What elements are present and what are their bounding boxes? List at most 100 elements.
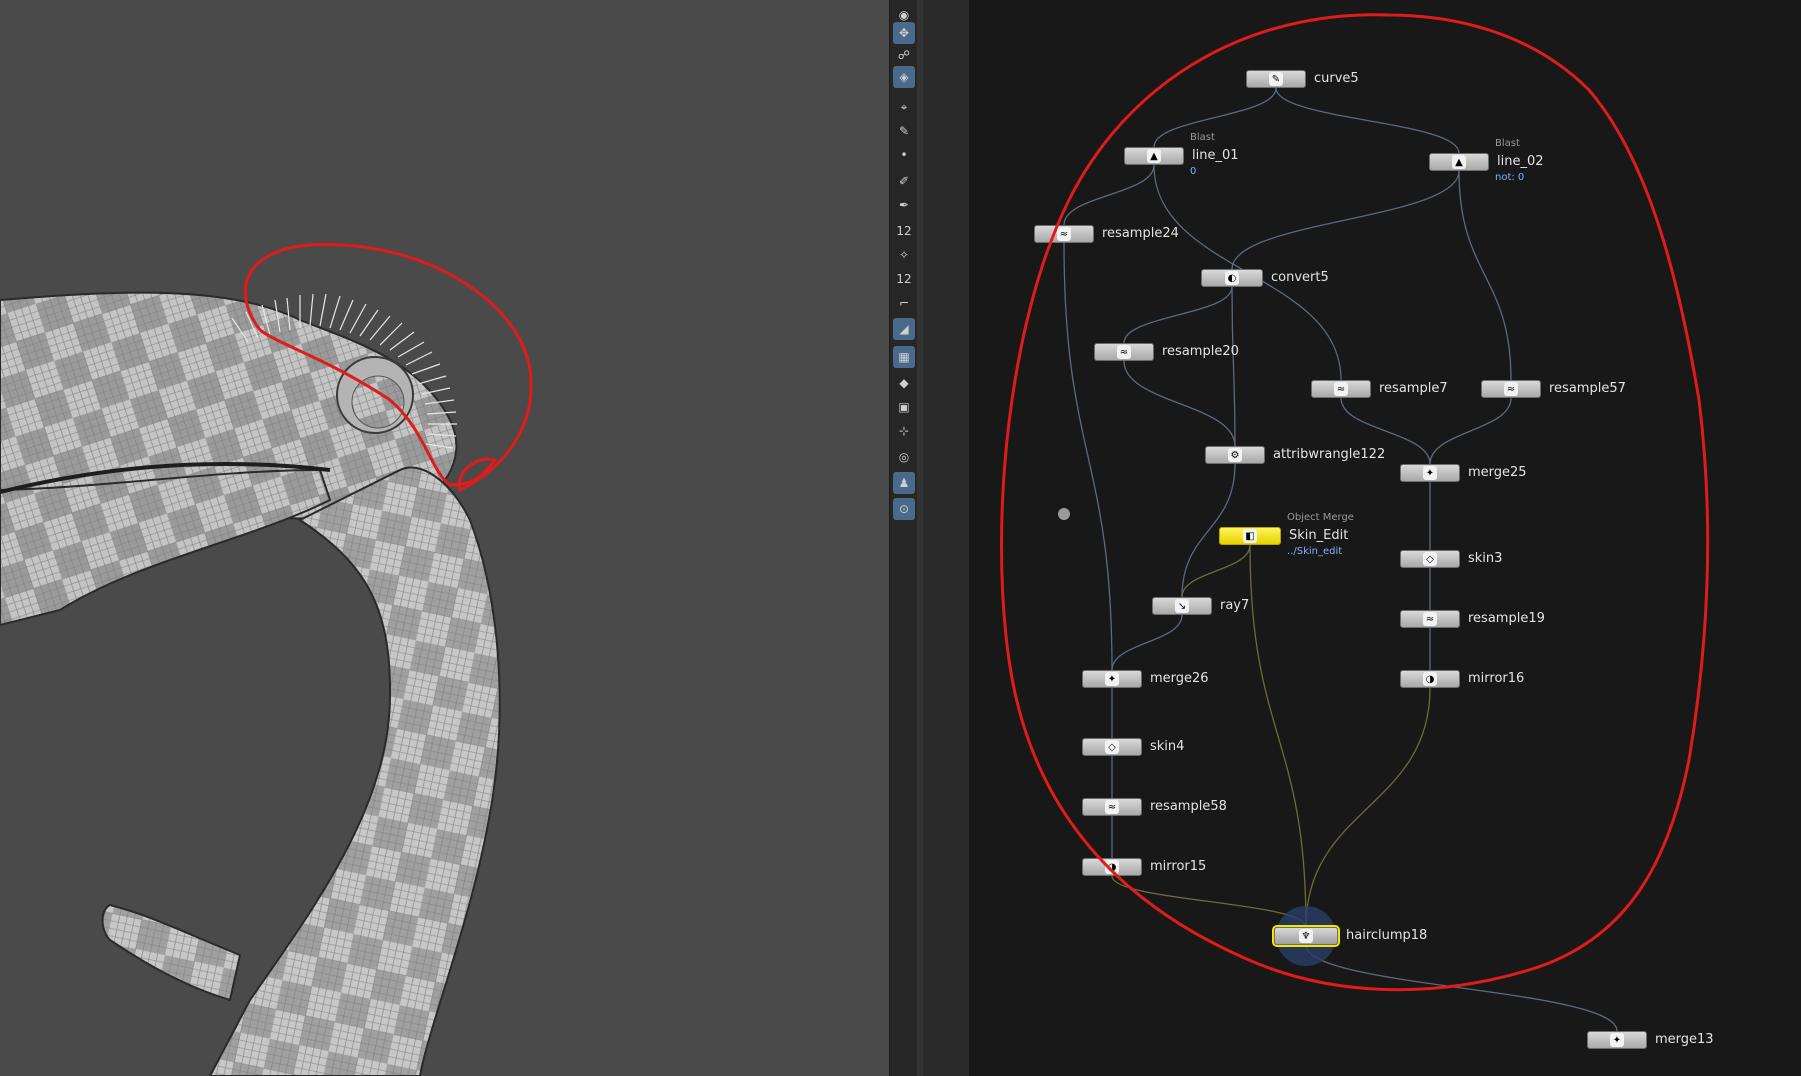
node-tile[interactable]: ▲ bbox=[1124, 147, 1184, 165]
node-skin3[interactable]: ◇ skin3 bbox=[1400, 550, 1502, 568]
node-merge13[interactable]: ✦ merge13 bbox=[1587, 1031, 1714, 1049]
groom-tool-icon[interactable]: ◢ bbox=[893, 318, 915, 340]
node-tile[interactable]: ≈ bbox=[1094, 343, 1154, 361]
node-label: skin3 bbox=[1468, 551, 1503, 566]
node-info: not: 0 bbox=[1495, 172, 1525, 183]
node-tile[interactable]: ◇ bbox=[1400, 550, 1460, 568]
node-tile[interactable]: ✎ bbox=[1246, 70, 1306, 88]
node-tile[interactable]: ▲ bbox=[1429, 153, 1489, 171]
point-tool-icon[interactable]: • bbox=[893, 144, 915, 166]
network-editor[interactable]: ✎ curve5 ▲ line_01 Blast 0 ▲ line_02 Blast not: 0… bbox=[969, 0, 1801, 1076]
node-type-icon: ≈ bbox=[1504, 382, 1518, 396]
node-tile[interactable]: ◑ bbox=[1400, 670, 1460, 688]
node-resample58[interactable]: ≈ resample58 bbox=[1082, 798, 1227, 816]
node-attribwrangle122[interactable]: ⚙ attribwrangle122 bbox=[1205, 446, 1385, 464]
record-tool-icon[interactable]: ◎ bbox=[893, 446, 915, 468]
grid-tool-icon[interactable]: ▦ bbox=[893, 346, 915, 368]
handle-tool-icon[interactable]: ✥ bbox=[893, 22, 915, 44]
node-tile[interactable]: ≈ bbox=[1481, 380, 1541, 398]
map-tool-glyph: ▣ bbox=[898, 400, 910, 414]
houdini-window: ◉ ✥ ☍ ◈ ⌖ ✎ • ✐ ✒ 12 ✧ 12 ⌐ ◢ ▦ ◆ ▣ ⊹ ◎ ♟ ⊙ ✎ curve5 ▲ line_01 B… bbox=[0, 0, 1801, 1076]
pin-tool-icon[interactable]: ⊙ bbox=[893, 498, 915, 520]
wire-convert5-attribwrangle122[interactable] bbox=[1231, 286, 1236, 447]
clump-tool-icon[interactable]: ✧ bbox=[893, 244, 915, 266]
node-mirror15[interactable]: ◑ mirror15 bbox=[1082, 858, 1206, 876]
node-tile[interactable]: ≈ bbox=[1034, 225, 1094, 243]
node-line_01[interactable]: ▲ line_01 Blast 0 bbox=[1124, 132, 1239, 177]
wire-Skin_Edit-hairclump18[interactable] bbox=[1249, 544, 1307, 928]
node-label: merge26 bbox=[1150, 671, 1209, 686]
figure-tool-glyph: ♟ bbox=[898, 476, 910, 490]
node-skin4[interactable]: ◇ skin4 bbox=[1082, 738, 1184, 756]
wire-resample57-merge25[interactable] bbox=[1429, 397, 1512, 465]
groom-tool-glyph: ◢ bbox=[899, 322, 909, 336]
wire-curve5-line_01[interactable] bbox=[1153, 87, 1277, 148]
node-mirror16[interactable]: ◑ mirror16 bbox=[1400, 670, 1524, 688]
node-label: resample58 bbox=[1150, 799, 1227, 814]
paint-tool-icon[interactable]: ✎ bbox=[893, 120, 915, 142]
wire-line_02-convert5[interactable] bbox=[1231, 170, 1460, 270]
wire-resample20-attribwrangle122[interactable] bbox=[1123, 360, 1236, 447]
map-tool-icon[interactable]: ▣ bbox=[893, 396, 915, 418]
node-curve5[interactable]: ✎ curve5 bbox=[1246, 70, 1359, 88]
node-label: ray7 bbox=[1220, 598, 1250, 613]
node-tile[interactable]: ◑ bbox=[1082, 858, 1142, 876]
node-type-icon: ≈ bbox=[1334, 382, 1348, 396]
node-type-icon: ▲ bbox=[1452, 155, 1466, 169]
node-merge25[interactable]: ✦ merge25 bbox=[1400, 464, 1527, 482]
wire-ray7-merge26[interactable] bbox=[1111, 614, 1183, 671]
corner-tool-icon[interactable]: ⌐ bbox=[893, 292, 915, 314]
wire-mirror15-hairclump18[interactable] bbox=[1111, 875, 1307, 928]
count2-tool-glyph: 12 bbox=[896, 272, 912, 286]
node-hairclump18[interactable]: ♆ hairclump18 bbox=[1274, 927, 1427, 945]
creature-model bbox=[0, 291, 501, 1076]
node-tile[interactable]: ♆ bbox=[1274, 927, 1338, 945]
wire-dot[interactable] bbox=[1058, 508, 1070, 520]
node-convert5[interactable]: ◐ convert5 bbox=[1201, 269, 1329, 287]
node-tile[interactable]: ◇ bbox=[1082, 738, 1142, 756]
node-type-icon: ≈ bbox=[1057, 227, 1071, 241]
camera-tool-icon[interactable]: ☍ bbox=[893, 44, 915, 66]
node-tile[interactable]: ≈ bbox=[1082, 798, 1142, 816]
node-line_02[interactable]: ▲ line_02 Blast not: 0 bbox=[1429, 138, 1544, 183]
node-resample57[interactable]: ≈ resample57 bbox=[1481, 380, 1626, 398]
node-Skin_Edit[interactable]: ◧ Skin_Edit Object Merge ../Skin_edit bbox=[1219, 512, 1354, 557]
node-resample7[interactable]: ≈ resample7 bbox=[1311, 380, 1448, 398]
node-ray7[interactable]: ↘ ray7 bbox=[1152, 597, 1249, 615]
diamond-tool-icon[interactable]: ◆ bbox=[893, 372, 915, 394]
node-resample20[interactable]: ≈ resample20 bbox=[1094, 343, 1239, 361]
node-tile[interactable]: ✦ bbox=[1082, 670, 1142, 688]
wire-resample24-merge26[interactable] bbox=[1063, 242, 1113, 671]
node-type-icon: ✎ bbox=[1269, 72, 1283, 86]
node-tile[interactable]: ≈ bbox=[1311, 380, 1371, 398]
node-resample24[interactable]: ≈ resample24 bbox=[1034, 225, 1179, 243]
node-tile[interactable]: ↘ bbox=[1152, 597, 1212, 615]
node-tile[interactable]: ≈ bbox=[1400, 610, 1460, 628]
node-resample19[interactable]: ≈ resample19 bbox=[1400, 610, 1545, 628]
scene-viewport[interactable] bbox=[0, 0, 889, 1076]
brush-tool-icon[interactable]: ✐ bbox=[893, 170, 915, 192]
pose-tool-icon[interactable]: ⌖ bbox=[893, 96, 915, 118]
node-tile[interactable]: ✦ bbox=[1587, 1031, 1647, 1049]
count2-tool-icon[interactable]: 12 bbox=[893, 268, 915, 290]
view-tool-icon[interactable]: ◈ bbox=[893, 66, 915, 88]
snap-tool-glyph: ⊹ bbox=[898, 424, 910, 438]
node-merge26[interactable]: ✦ merge26 bbox=[1082, 670, 1209, 688]
wire-line_02-resample57[interactable] bbox=[1458, 170, 1512, 381]
node-tile[interactable]: ◧ bbox=[1219, 527, 1281, 545]
count-tool-icon[interactable]: 12 bbox=[893, 220, 915, 242]
pen-tool-icon[interactable]: ✒ bbox=[893, 194, 915, 216]
figure-tool-icon[interactable]: ♟ bbox=[893, 472, 915, 494]
node-tile[interactable]: ◐ bbox=[1201, 269, 1263, 287]
node-tile[interactable]: ✦ bbox=[1400, 464, 1460, 482]
wire-line_01-resample24[interactable] bbox=[1063, 164, 1155, 226]
node-type-icon: ✦ bbox=[1423, 466, 1437, 480]
wire-hairclump18-merge13[interactable] bbox=[1305, 944, 1618, 1032]
wire-mirror16-hairclump18[interactable] bbox=[1305, 687, 1431, 928]
wire-convert5-resample20[interactable] bbox=[1123, 286, 1233, 344]
node-label: resample19 bbox=[1468, 611, 1545, 626]
node-type-icon: ◇ bbox=[1423, 552, 1437, 566]
snap-tool-icon[interactable]: ⊹ bbox=[893, 420, 915, 442]
node-tile[interactable]: ⚙ bbox=[1205, 446, 1265, 464]
wire-curve5-line_02[interactable] bbox=[1275, 87, 1460, 154]
